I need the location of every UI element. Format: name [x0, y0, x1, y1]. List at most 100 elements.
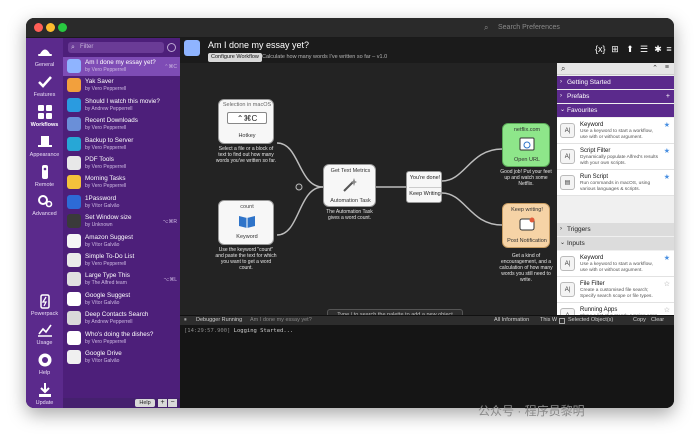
preferences-rail: General Features Workflows Appearance Re…: [26, 38, 63, 408]
filter-input[interactable]: ⌕ Filter: [68, 42, 164, 53]
battery-icon: [39, 294, 50, 309]
rail-appearance[interactable]: Appearance: [26, 134, 63, 158]
workflow-title: Am I done my essay yet?: [208, 40, 310, 50]
zoom-button[interactable]: [58, 23, 67, 32]
workflow-canvas[interactable]: Selection in macOS ⌃⌘C Hotkey Select a f…: [180, 63, 557, 321]
workflow-item[interactable]: Large Type This by The Alfred team ⌥⌘L: [63, 270, 180, 289]
clear-button[interactable]: Clear: [651, 317, 664, 323]
palette-object-item[interactable]: A| Keyword Use a keyword to start a workfl…: [557, 251, 674, 277]
add-prefab-icon[interactable]: +: [666, 90, 670, 103]
section-inputs[interactable]: ⌄ Inputs: [557, 237, 674, 250]
add-object-icon[interactable]: ⊞: [610, 44, 620, 55]
copy-button[interactable]: Copy: [633, 317, 646, 323]
favourite-star-icon[interactable]: ★: [664, 173, 670, 181]
palette-object-item[interactable]: A| Keyword Use a keyword to start a workfl…: [557, 118, 674, 144]
workflow-item[interactable]: Who's doing the dishes? by Vero Pepperrel…: [63, 329, 180, 348]
palette-object-item[interactable]: ARunning AppsShow a list of currently ru…: [557, 303, 674, 315]
palette-object-item[interactable]: A| File Filter Create a customised file se…: [557, 277, 674, 303]
workflow-item[interactable]: Google Suggest by Vítor Galvão: [63, 290, 180, 309]
workflow-icon: [67, 233, 81, 248]
workflow-icon: [67, 350, 81, 364]
log-line: [14:29:57.900] Logging Started...: [184, 328, 294, 334]
rail-powerpack[interactable]: Powerpack: [26, 293, 63, 317]
favourite-star-icon[interactable]: ★: [664, 147, 670, 155]
variables-icon[interactable]: {x}: [595, 44, 606, 54]
rail-update[interactable]: Update: [26, 382, 63, 406]
workflow-author: by The Alfred team: [85, 280, 127, 287]
pause-icon[interactable]: ⏸: [184, 317, 187, 324]
workflow-icon: [67, 97, 81, 112]
notes-icon[interactable]: ☰: [639, 44, 649, 55]
list-icon[interactable]: ≡: [665, 64, 669, 71]
workflow-name: Deep Contacts Search: [85, 311, 149, 319]
rail-advanced[interactable]: Advanced: [26, 193, 63, 217]
workflow-icon: [67, 194, 81, 209]
chevron-right-icon: ›: [560, 79, 562, 85]
workflow-item[interactable]: Simple To-Do List by Vero Pepperrell: [63, 251, 180, 270]
favourite-star-icon[interactable]: ★: [664, 254, 670, 262]
filter-options-icon[interactable]: [167, 43, 176, 52]
alfred-hat-icon: [37, 49, 52, 56]
chevron-down-icon: ⌄: [560, 240, 566, 246]
workflow-item[interactable]: Set Window size by Unknown ⌥⌘R: [63, 212, 180, 231]
object-icon: A|: [560, 123, 575, 138]
workflow-item[interactable]: Yak Saver by Vero Pepperrell: [63, 76, 180, 95]
rail-help[interactable]: Help: [26, 352, 63, 376]
chevron-down-icon: ⌄: [560, 107, 566, 113]
rail-general[interactable]: General: [26, 44, 63, 68]
configure-workflow-button[interactable]: Configure Workflow: [208, 53, 262, 62]
favourite-star-icon[interactable]: ★: [664, 121, 670, 129]
collapse-icon[interactable]: ⌃: [652, 64, 658, 72]
workflow-item[interactable]: Am I done my essay yet? by Vero Pepperrel…: [63, 57, 180, 76]
menu-icon[interactable]: ≡: [664, 44, 674, 54]
workflow-item[interactable]: 1Password by Vítor Galvão: [63, 193, 180, 212]
workflow-name: Am I done my essay yet?: [85, 59, 156, 66]
workflow-item[interactable]: Backup to Server by Vero Pepperrell: [63, 135, 180, 154]
export-icon[interactable]: ⬆: [625, 44, 635, 55]
workflow-item[interactable]: Recent Downloads by Vero Pepperrell: [63, 115, 180, 134]
section-getting-started[interactable]: › Getting Started: [557, 76, 674, 89]
workflow-name: Who's doing the dishes?: [85, 330, 154, 338]
keyword-node-desc: Use the keyword "count" and paste the te…: [215, 247, 277, 271]
chevron-right-icon: ›: [560, 93, 562, 99]
rail-features[interactable]: Features: [26, 74, 63, 98]
workflow-icon[interactable]: [184, 40, 200, 56]
section-favourites[interactable]: ⌄ Favourites: [557, 104, 674, 117]
section-prefabs[interactable]: › Prefabs +: [557, 90, 674, 103]
section-triggers[interactable]: › Triggers: [557, 223, 674, 236]
favourite-star-icon[interactable]: ☆: [664, 306, 670, 314]
rail-workflows[interactable]: Workflows: [26, 104, 63, 128]
debugger-filter-select[interactable]: All Information: [494, 317, 529, 323]
keyword-node[interactable]: count Keyword: [218, 200, 274, 245]
open-url-node[interactable]: netflix.com Open URL: [502, 123, 550, 167]
conditional-node[interactable]: You're done! Keep Writing: [406, 171, 442, 203]
workflow-author: by Vítor Galvão: [85, 241, 120, 248]
workflow-item[interactable]: Google Drive by Vítor Galvão: [63, 348, 180, 367]
rail-usage[interactable]: Usage: [26, 322, 63, 346]
selected-objects-checkbox[interactable]: [559, 318, 565, 324]
debug-icon[interactable]: ✱: [653, 44, 663, 55]
remove-workflow-button[interactable]: −: [168, 399, 177, 407]
palette-object-item[interactable]: A| Script Filter Dynamically populate Alfr…: [557, 144, 674, 170]
alfred-preferences-window: ⌕ Search Preferences General Features Wo…: [26, 18, 674, 408]
favourite-star-icon[interactable]: ☆: [664, 280, 670, 288]
workflow-item[interactable]: Should I watch this movie? by Andrew Pepp…: [63, 96, 180, 115]
object-name: Run Script: [580, 174, 609, 180]
automation-task-node[interactable]: Get Text Metrics Automation Task: [323, 164, 376, 207]
palette-object-item[interactable]: ▤ Run Script Run commands in macOS, using …: [557, 170, 674, 196]
minimize-button[interactable]: [46, 23, 55, 32]
help-button[interactable]: Help: [135, 399, 155, 407]
add-workflow-button[interactable]: +: [158, 399, 167, 407]
workflow-item[interactable]: Morning Tasks by Vero Pepperrell: [63, 173, 180, 192]
hotkey-node[interactable]: Selection in macOS ⌃⌘C Hotkey: [218, 99, 274, 144]
workflow-author: by Vítor Galvão: [85, 299, 120, 306]
preferences-search-input[interactable]: ⌕ Search Preferences: [484, 21, 654, 35]
search-icon[interactable]: ⌕: [561, 64, 565, 74]
workflow-item[interactable]: Amazon Suggest by Vítor Galvão: [63, 232, 180, 251]
workflow-name: Backup to Server: [85, 136, 134, 144]
rail-remote[interactable]: Remote: [26, 164, 63, 188]
workflow-item[interactable]: PDF Tools by Vero Pepperrell: [63, 154, 180, 173]
workflow-item[interactable]: Deep Contacts Search by Andrew Pepperrell: [63, 309, 180, 328]
post-notification-node[interactable]: Keep writing! Post Notification: [502, 203, 550, 248]
close-button[interactable]: [34, 23, 43, 32]
